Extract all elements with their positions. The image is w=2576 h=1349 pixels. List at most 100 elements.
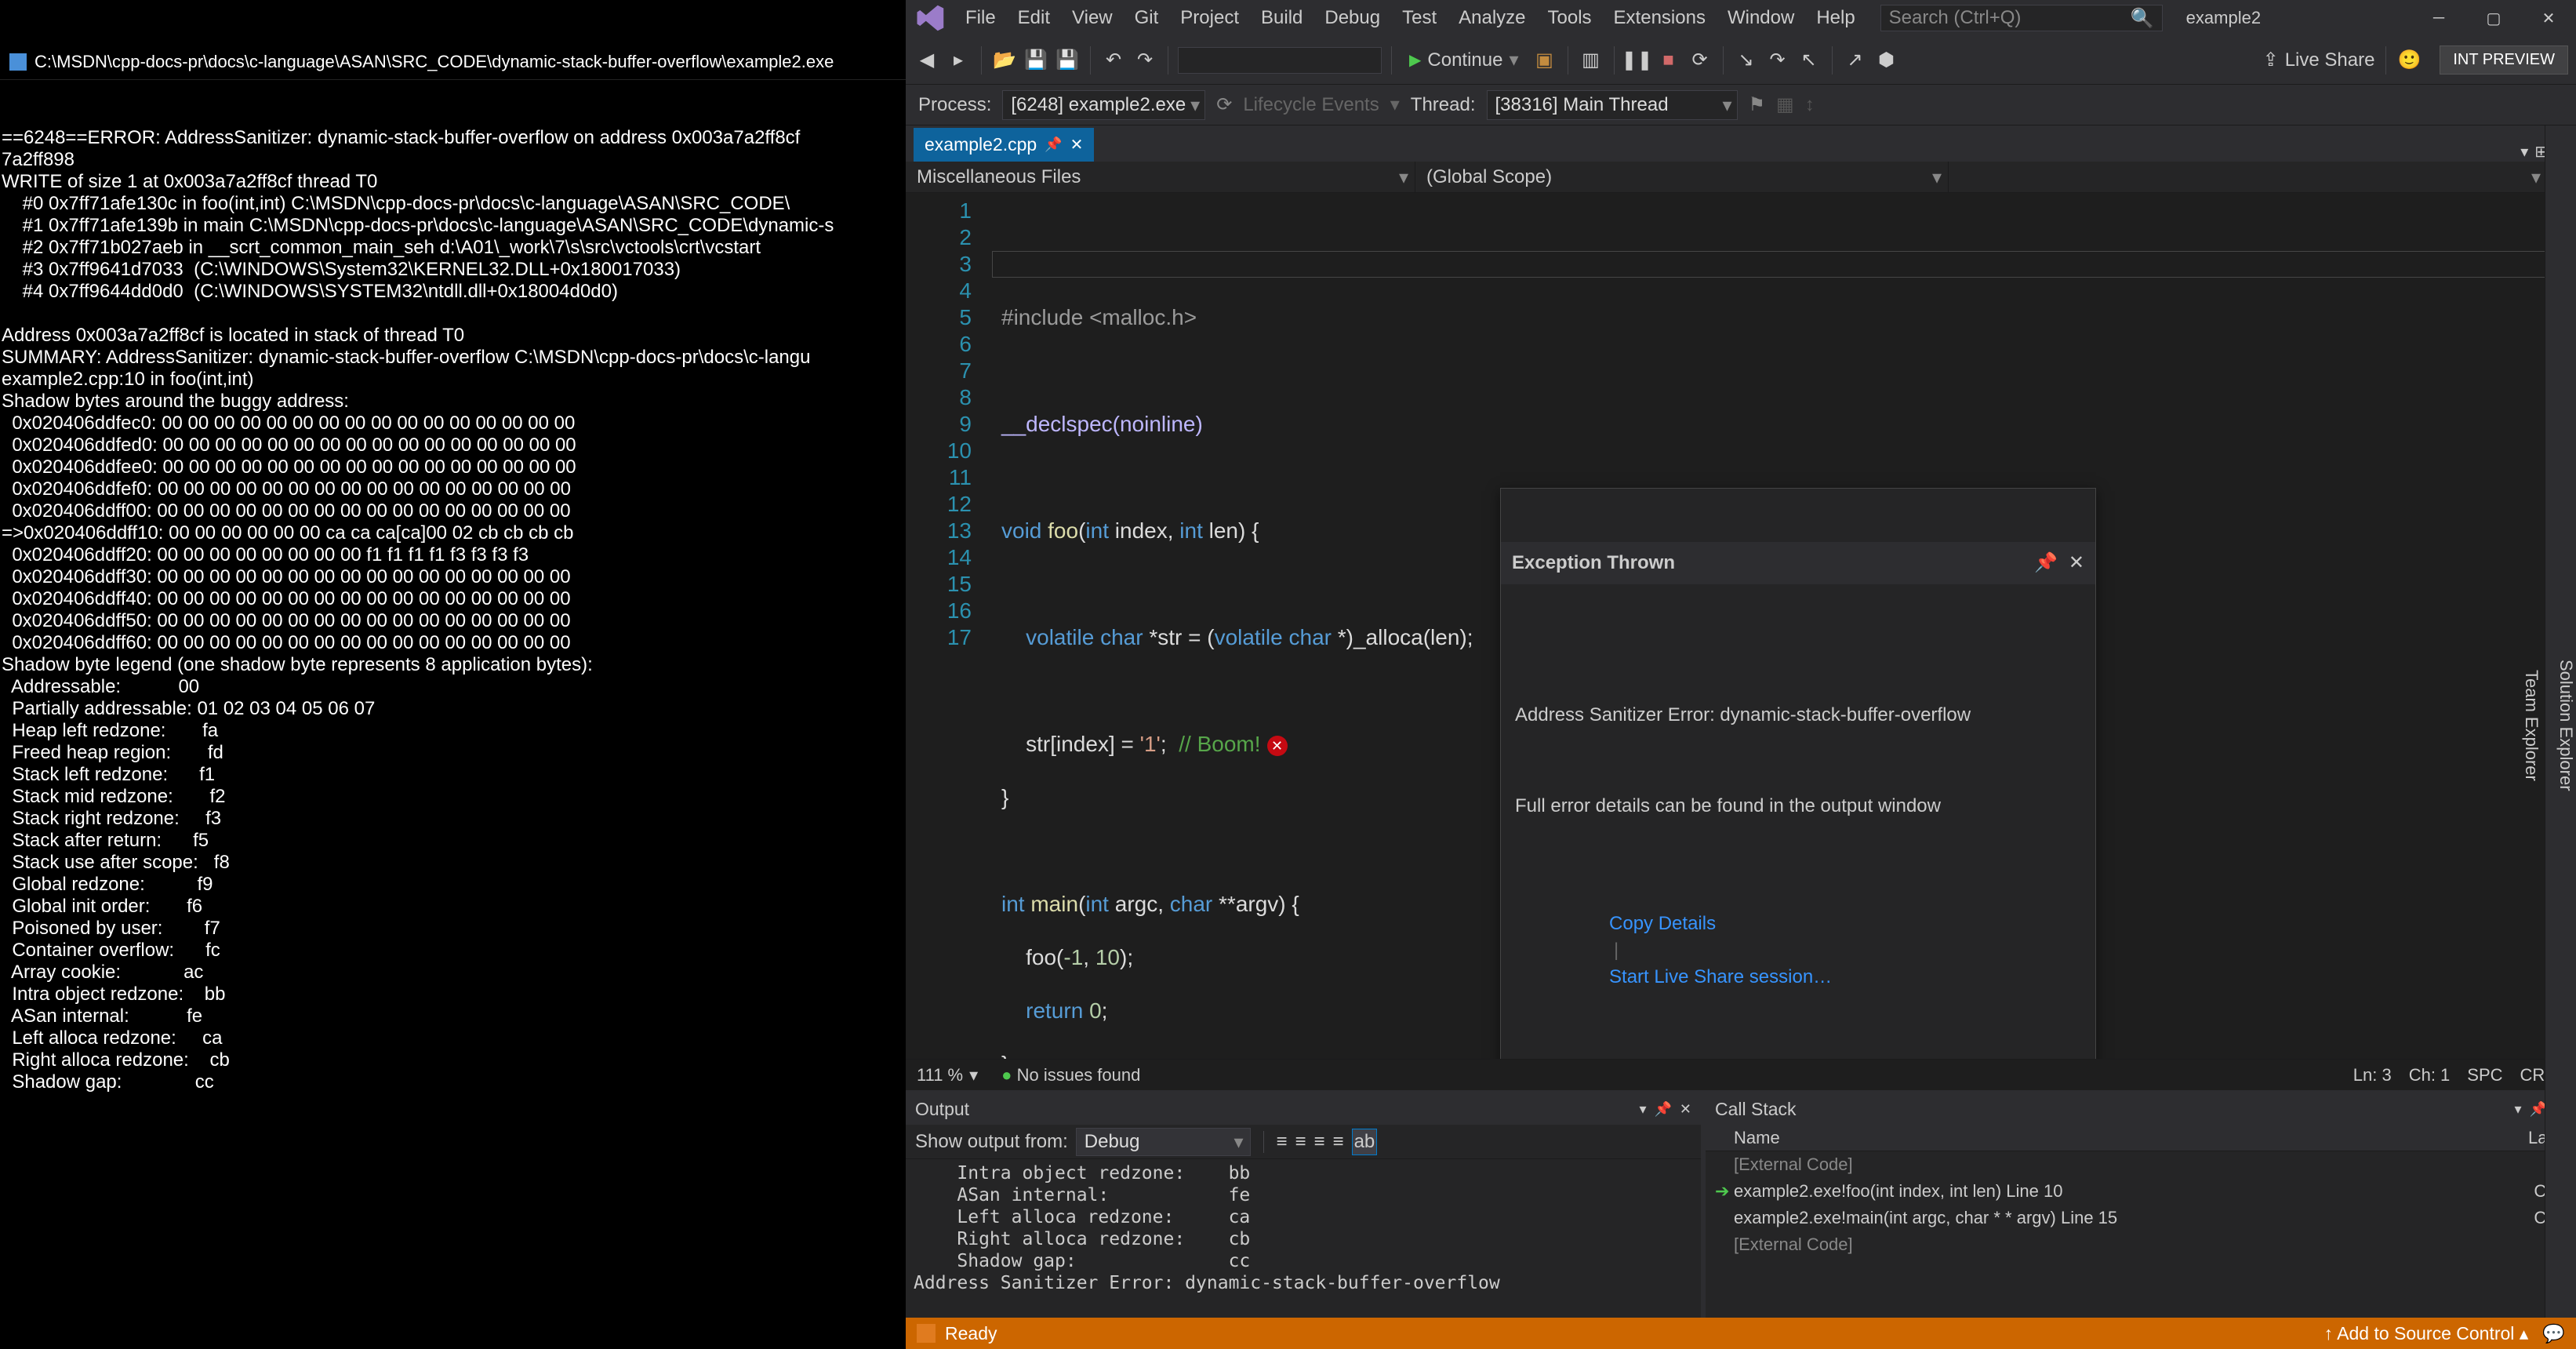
callstack-row[interactable]: example2.exe!main(int argc, char * * arg… (1706, 1205, 2576, 1231)
output-text[interactable]: Intra object redzone: bb ASan internal: … (906, 1159, 1701, 1318)
pin-icon[interactable]: 📌 (1045, 136, 1062, 153)
thread-dropdown[interactable]: [38316] Main Thread (1487, 90, 1738, 120)
step-into-icon[interactable]: ↘ (1733, 47, 1760, 74)
code-editor[interactable]: 1234 5678 9101112 13141516 17 #include <… (906, 193, 2576, 1059)
quick-search[interactable]: Search (Ctrl+Q) 🔍 (1880, 5, 2163, 31)
process-dropdown[interactable]: [6248] example2.exe (1002, 90, 1205, 120)
menu-file[interactable]: File (956, 2, 1005, 34)
menu-test[interactable]: Test (1393, 2, 1446, 34)
maximize-button[interactable]: ▢ (2466, 0, 2521, 36)
console-window: C:\MSDN\cpp-docs-pr\docs\c-language\ASAN… (0, 0, 906, 1349)
zoom-control[interactable]: 111 % ▾ (917, 1065, 978, 1085)
menu-project[interactable]: Project (1171, 2, 1248, 34)
stack-nav-icon[interactable]: ↕ (1805, 94, 1815, 116)
nav-fwd-icon[interactable]: ▸ (945, 47, 972, 74)
editor-tab-active[interactable]: example2.cpp 📌 ✕ (914, 128, 1094, 162)
panel-dropdown-icon[interactable]: ▾ (2514, 1101, 2521, 1118)
menu-view[interactable]: View (1063, 2, 1122, 34)
output-toggle-icon[interactable]: ab (1352, 1129, 1378, 1155)
menu-tools[interactable]: Tools (1539, 2, 1601, 34)
menu-edit[interactable]: Edit (1008, 2, 1059, 34)
lifecycle-label[interactable]: Lifecycle Events (1243, 94, 1379, 116)
issues-indicator[interactable]: ● No issues found (1001, 1065, 1140, 1085)
tab-overflow-icon[interactable]: ▾ (2520, 142, 2528, 162)
callstack-row[interactable]: [External Code] (1706, 1151, 2576, 1178)
callstack-row[interactable]: ➔example2.exe!foo(int index, int len) Li… (1706, 1178, 2576, 1205)
notifications-icon[interactable]: 💬 (2542, 1323, 2565, 1344)
pause-icon[interactable]: ❚❚ (1624, 47, 1651, 74)
close-button[interactable]: ✕ (2521, 0, 2576, 36)
menu-help[interactable]: Help (1807, 2, 1864, 34)
exception-message: Address Sanitizer Error: dynamic-stack-b… (1515, 702, 2081, 729)
menu-debug[interactable]: Debug (1315, 2, 1390, 34)
open-file-icon[interactable]: 📂 (991, 47, 1018, 74)
step-out-icon[interactable]: ↖ (1796, 47, 1822, 74)
output-clear-icon[interactable]: ≡ (1314, 1131, 1325, 1153)
menu-window[interactable]: Window (1718, 2, 1804, 34)
callstack-title: Call Stack (1715, 1099, 2514, 1120)
int-preview-badge[interactable]: INT PREVIEW (2440, 45, 2568, 75)
console-output[interactable]: ==6248==ERROR: AddressSanitizer: dynamic… (0, 124, 906, 1096)
tab-filename: example2.cpp (925, 134, 1037, 155)
window-layout-icon[interactable]: ▥ (1578, 47, 1604, 74)
chevron-down-icon: ▾ (1509, 49, 1518, 71)
scope-namespace[interactable]: (Global Scope) (1415, 162, 1949, 192)
copy-details-link[interactable]: Copy Details (1609, 913, 1716, 934)
bottom-panels: Output ▾ 📌 ✕ Show output from: Debug ≡ (906, 1090, 2576, 1318)
exception-pin-icon[interactable]: 📌 (2034, 550, 2058, 576)
code-area[interactable]: #include <malloc.h> __declspec(noinline)… (992, 193, 2576, 1059)
main-menu: File Edit View Git Project Build Debug T… (956, 2, 1865, 34)
cursor-icon[interactable]: ↗ (1842, 47, 1869, 74)
status-indent[interactable]: SPC (2467, 1065, 2502, 1085)
solution-explorer-tab[interactable]: Solution Explorer (2556, 660, 2576, 791)
menu-analyze[interactable]: Analyze (1449, 2, 1535, 34)
output-source-dropdown[interactable]: Debug (1076, 1128, 1251, 1156)
output-wrap-icon[interactable]: ≡ (1333, 1131, 1344, 1153)
right-tool-tabs: Solution Explorer Team Explorer (2545, 125, 2576, 1318)
stop-icon[interactable]: ■ (1655, 47, 1682, 74)
stack-frame-icon[interactable]: ▦ (1776, 93, 1794, 116)
continue-button[interactable]: ▶ Continue ▾ (1401, 45, 1527, 75)
tab-close-icon[interactable]: ✕ (1070, 135, 1084, 155)
add-source-control[interactable]: ↑ Add to Source Control ▴ (2324, 1323, 2529, 1344)
cycle-icon[interactable]: ⟳ (1216, 93, 1232, 116)
liveshare-label[interactable]: Live Share (2285, 49, 2375, 71)
panel-dropdown-icon[interactable]: ▾ (1639, 1101, 1646, 1118)
callstack-row[interactable]: [External Code] (1706, 1231, 2576, 1258)
error-badge-icon[interactable]: ✕ (1267, 736, 1288, 756)
redo-icon[interactable]: ↷ (1132, 47, 1158, 74)
panel-close-icon[interactable]: ✕ (1680, 1101, 1691, 1118)
undo-icon[interactable]: ↶ (1100, 47, 1127, 74)
step-over-icon[interactable]: ↷ (1764, 47, 1791, 74)
panel-pin-icon[interactable]: 📌 (1654, 1101, 1671, 1118)
output-prev-icon[interactable]: ≡ (1277, 1131, 1288, 1153)
minimize-button[interactable]: ─ (2411, 0, 2466, 36)
output-panel: Output ▾ 📌 ✕ Show output from: Debug ≡ (906, 1093, 1706, 1318)
scope-member[interactable] (1949, 162, 2548, 192)
config-dropdown[interactable] (1178, 47, 1382, 74)
start-liveshare-link[interactable]: Start Live Share session… (1609, 966, 1832, 987)
console-titlebar[interactable]: C:\MSDN\cpp-docs-pr\docs\c-language\ASAN… (0, 44, 906, 80)
main-toolbar: ◀ ▸ 📂 💾 💾 ↶ ↷ ▶ Continue ▾ ▣ ▥ ❚❚ ■ ⟳ (906, 36, 2576, 85)
scope-project[interactable]: Miscellaneous Files (906, 162, 1415, 192)
solution-name: example2 (2186, 8, 2261, 28)
breakpoint-icon[interactable]: ⬢ (1873, 47, 1900, 74)
save-all-icon[interactable]: 💾 (1054, 47, 1081, 74)
menu-build[interactable]: Build (1252, 2, 1312, 34)
screenshot-icon[interactable]: ▣ (1531, 47, 1558, 74)
flag-icon[interactable]: ⚑ (1749, 93, 1766, 116)
debug-process-bar: Process: [6248] example2.exe ⟳ Lifecycle… (906, 85, 2576, 125)
liveshare-icon[interactable]: ⇪ (2263, 49, 2279, 71)
restart-icon[interactable]: ⟳ (1687, 47, 1713, 74)
menu-git[interactable]: Git (1125, 2, 1168, 34)
output-next-icon[interactable]: ≡ (1295, 1131, 1306, 1153)
nav-back-icon[interactable]: ◀ (914, 47, 940, 74)
feedback-icon[interactable]: 🙂 (2397, 49, 2421, 71)
menu-extensions[interactable]: Extensions (1604, 2, 1715, 34)
console-app-icon (9, 53, 27, 71)
save-icon[interactable]: 💾 (1023, 47, 1049, 74)
callstack-col-name[interactable]: Name (1734, 1128, 2528, 1148)
team-explorer-tab[interactable]: Team Explorer (2521, 670, 2541, 781)
exception-close-icon[interactable]: ✕ (2069, 550, 2084, 576)
output-from-label: Show output from: (915, 1131, 1068, 1153)
